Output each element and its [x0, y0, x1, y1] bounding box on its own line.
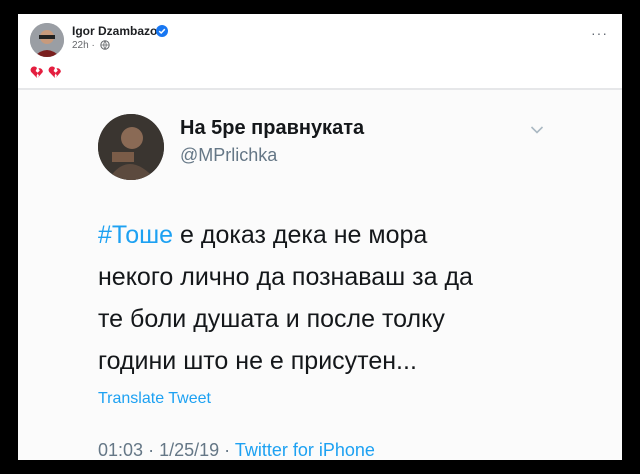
footer-dot: ·: [148, 440, 155, 460]
tweet-handle: @MPrlichka: [180, 145, 278, 165]
tweet-line-2: некого лично да познаваш за да: [98, 263, 473, 291]
tweet-text: #Тоше е доказ дека не мора некого лично …: [98, 214, 558, 382]
author-name[interactable]: Igor Dzambazov: [72, 24, 164, 38]
broken-heart-icon: [48, 66, 61, 78]
screenshot-frame: Igor Dzambazov 22h · ··· На 5ре правнука…: [18, 14, 622, 460]
more-options-icon[interactable]: ···: [591, 26, 608, 40]
tweet-time: 01:03: [98, 440, 144, 460]
verified-badge-icon: [156, 25, 168, 37]
tweet-line-1-text: е доказ дека не мора: [173, 221, 428, 249]
tweet-display-name: На 5ре правнуката: [180, 117, 365, 139]
tweet-avatar-icon: [98, 114, 164, 180]
broken-heart-icon: [30, 66, 43, 78]
chevron-down-icon: [530, 126, 544, 134]
translate-tweet-link: Translate Tweet: [98, 390, 211, 407]
tweet-line-1: #Тоше е доказ дека не мора: [98, 214, 558, 256]
facebook-post-header: Igor Dzambazov 22h · ···: [18, 14, 622, 78]
tweet-line-4: години што не е присутен...: [98, 347, 417, 375]
author-avatar[interactable]: [30, 23, 64, 57]
tweet-author-avatar: [98, 114, 164, 180]
post-text: [30, 64, 62, 80]
tweet-screenshot[interactable]: На 5ре правнуката @MPrlichka #Тоше е док…: [18, 88, 622, 460]
footer-dot: ·: [224, 440, 231, 460]
post-time[interactable]: 22h: [72, 40, 89, 51]
tweet-hashtag: #Тоше: [98, 221, 174, 249]
tweet-date: 1/25/19: [159, 440, 220, 460]
avatar-icon: [30, 23, 64, 57]
tweet-line-3: те боли душата и после толку: [98, 305, 445, 333]
meta-separator: ·: [91, 40, 95, 51]
tweet-source: Twitter for iPhone: [234, 440, 375, 460]
globe-icon: [99, 40, 110, 50]
tweet-footer: 01:03 · 1/25/19 · Twitter for iPhone: [98, 440, 375, 460]
post-meta: 22h ·: [72, 40, 110, 51]
